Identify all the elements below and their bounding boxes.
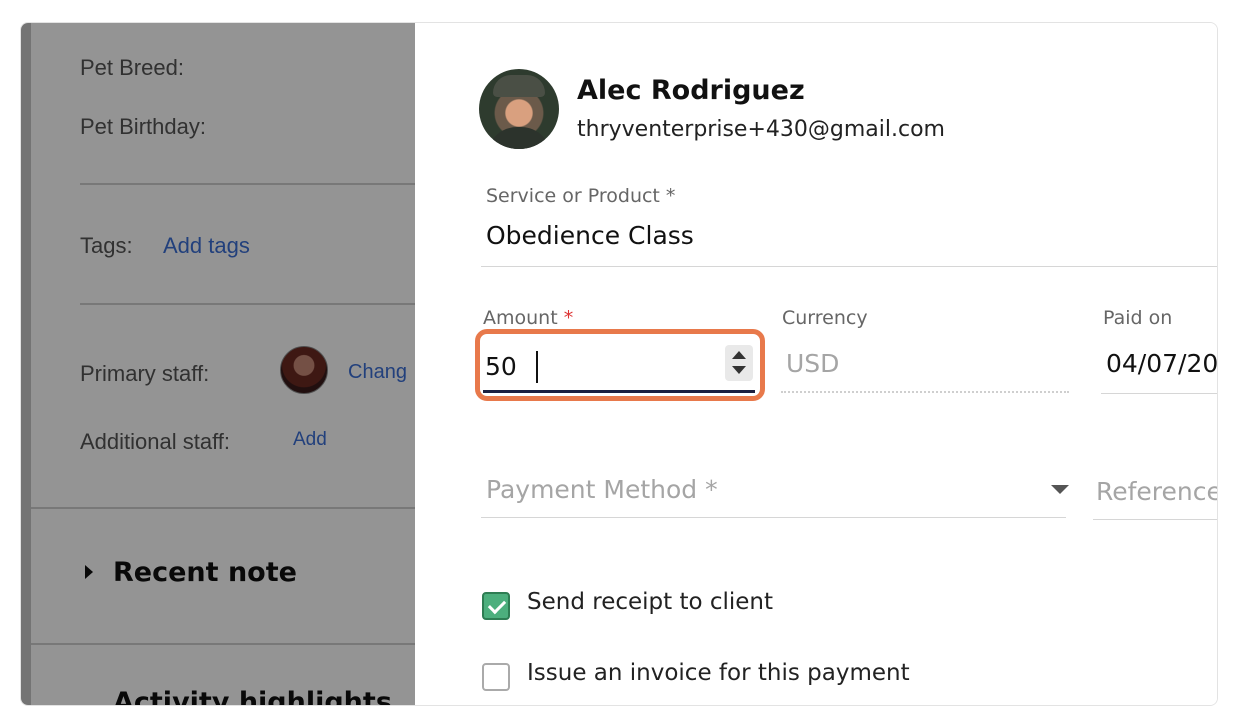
record-payment-dialog: Alec Rodriguez thryventerprise+430@gmail… [415, 23, 1217, 705]
modal-backdrop[interactable] [21, 23, 415, 705]
chevron-down-icon[interactable] [1051, 485, 1069, 494]
issue-invoice-checkbox[interactable] [482, 663, 510, 691]
decrement-icon[interactable] [732, 366, 746, 374]
send-receipt-label[interactable]: Send receipt to client [527, 589, 773, 615]
payment-method-select[interactable]: Payment Method * [486, 475, 718, 504]
client-email: thryventerprise+430@gmail.com [577, 117, 945, 142]
service-value[interactable]: Obedience Class [486, 221, 694, 250]
currency-label: Currency [782, 307, 868, 329]
client-avatar [479, 69, 559, 149]
increment-icon[interactable] [732, 351, 746, 359]
payment-method-underline [481, 517, 1066, 518]
issue-invoice-label[interactable]: Issue an invoice for this payment [527, 660, 910, 686]
send-receipt-checkbox[interactable] [482, 592, 510, 620]
reference-underline [1093, 519, 1217, 520]
amount-stepper[interactable] [725, 345, 753, 381]
reference-input[interactable]: Reference [1096, 477, 1217, 506]
amount-label: Amount * [483, 307, 574, 329]
currency-value: USD [786, 349, 840, 378]
amount-input[interactable] [483, 343, 755, 393]
text-caret [536, 351, 538, 383]
paid-on-input[interactable]: 04/07/20 [1106, 349, 1217, 378]
service-underline [481, 266, 1217, 267]
paid-on-label: Paid on [1103, 307, 1173, 329]
client-name: Alec Rodriguez [577, 75, 805, 106]
app-frame: Pet Breed: Pet Birthday: Tags: Add tags … [20, 22, 1218, 706]
paid-on-underline [1101, 393, 1217, 394]
currency-underline [781, 391, 1069, 393]
service-label: Service or Product * [486, 185, 676, 207]
